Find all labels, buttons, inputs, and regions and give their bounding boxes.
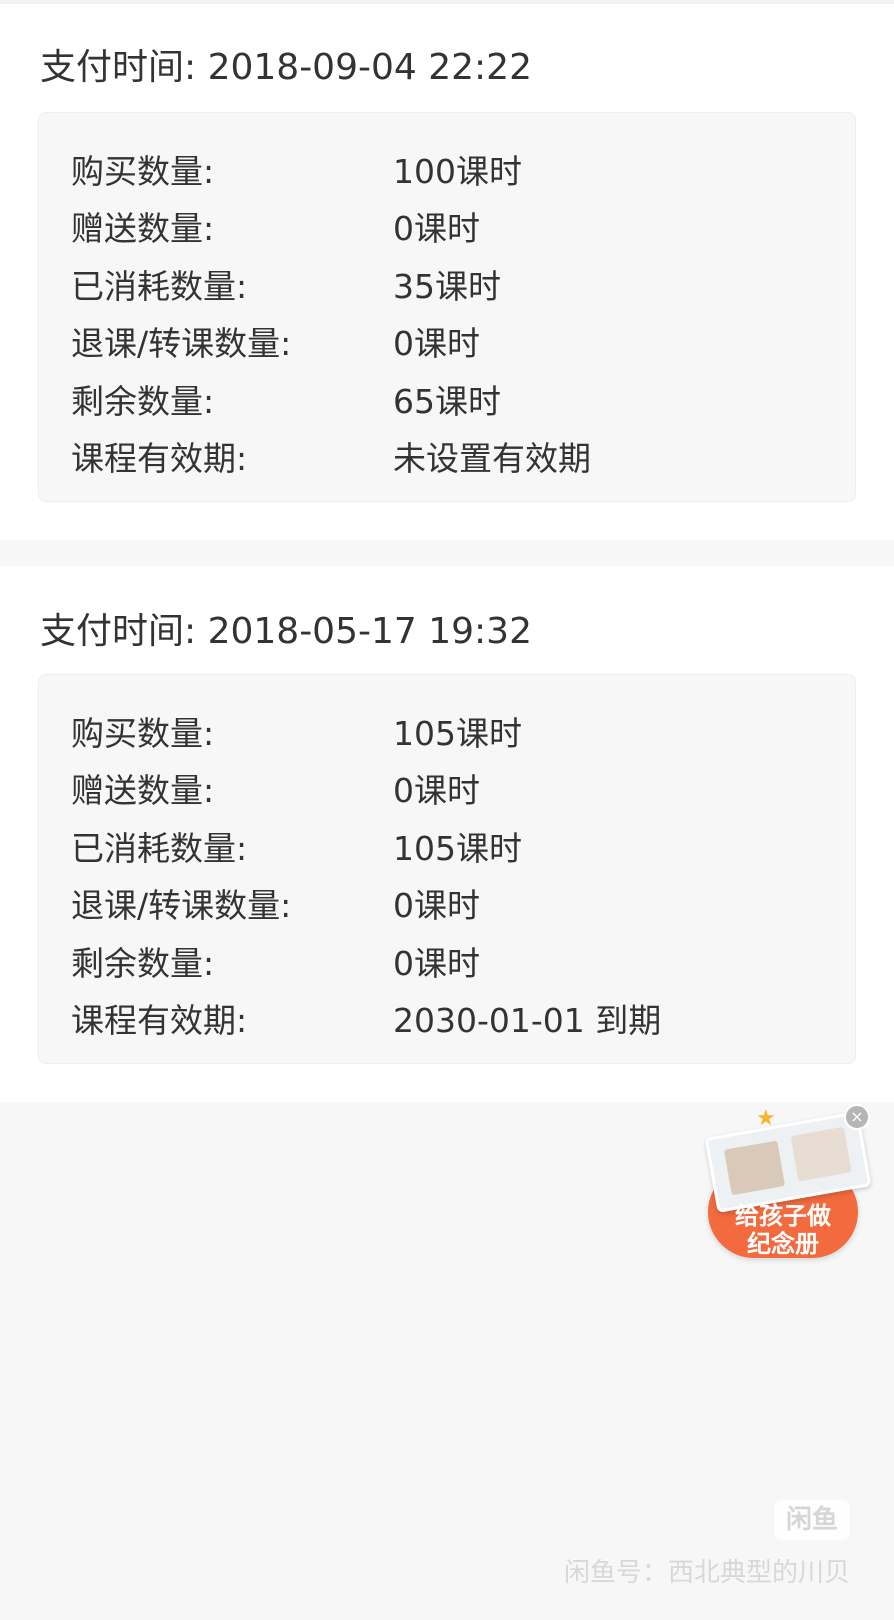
detail-value: 2030-01-01 到期 <box>393 1001 662 1041</box>
detail-label: 剩余数量: <box>71 381 215 421</box>
detail-value: 0课时 <box>393 209 480 249</box>
detail-value: 105课时 <box>393 713 522 753</box>
detail-value: 0课时 <box>393 886 480 926</box>
detail-row-remaining: 剩余数量: 0课时 <box>71 932 831 990</box>
detail-value: 35课时 <box>393 266 501 306</box>
details-list: 购买数量: 100课时 赠送数量: 0课时 已消耗数量: 35课时 退课/转课数… <box>71 140 831 485</box>
detail-row-purchased: 购买数量: 105课时 <box>71 702 831 760</box>
details-list: 购买数量: 105课时 赠送数量: 0课时 已消耗数量: 105课时 退课/转课… <box>71 702 831 1047</box>
payment-record: 支付时间: 2018-05-17 19:32 购买数量: 105课时 赠送数量:… <box>0 566 894 1102</box>
detail-label: 赠送数量: <box>71 771 215 811</box>
star-icon: ★ <box>756 1106 776 1131</box>
payment-time: 支付时间: 2018-09-04 22:22 <box>40 47 532 88</box>
detail-row-refund-transfer: 退课/转课数量: 0课时 <box>71 875 831 933</box>
detail-label: 已消耗数量: <box>71 828 248 868</box>
payment-time: 支付时间: 2018-05-17 19:32 <box>40 611 532 652</box>
detail-row-gifted: 赠送数量: 0课时 <box>71 198 831 256</box>
watermark-text: 闲鱼号：西北典型的川贝 <box>563 1558 850 1588</box>
detail-value: 65课时 <box>393 381 501 421</box>
close-icon[interactable]: × <box>844 1104 870 1130</box>
detail-value: 105课时 <box>393 828 522 868</box>
course-details-card: 购买数量: 100课时 赠送数量: 0课时 已消耗数量: 35课时 退课/转课数… <box>38 112 856 502</box>
detail-row-consumed: 已消耗数量: 35课时 <box>71 255 831 313</box>
detail-label: 剩余数量: <box>71 943 215 983</box>
detail-label: 退课/转课数量: <box>71 886 292 926</box>
detail-row-purchased: 购买数量: 100课时 <box>71 140 831 198</box>
detail-row-consumed: 已消耗数量: 105课时 <box>71 817 831 875</box>
detail-row-validity: 课程有效期: 2030-01-01 到期 <box>71 990 831 1048</box>
detail-label: 课程有效期: <box>71 439 248 479</box>
detail-row-gifted: 赠送数量: 0课时 <box>71 760 831 818</box>
watermark-logo: 闲鱼 <box>774 1500 850 1540</box>
floating-ad-widget[interactable]: ★ 给孩子做 纪念册 × <box>704 1104 876 1264</box>
detail-row-validity: 课程有效期: 未设置有效期 <box>71 428 831 486</box>
detail-row-refund-transfer: 退课/转课数量: 0课时 <box>71 313 831 371</box>
detail-value: 未设置有效期 <box>393 439 591 479</box>
course-details-card: 购买数量: 105课时 赠送数量: 0课时 已消耗数量: 105课时 退课/转课… <box>38 674 856 1064</box>
album-photo-left <box>723 1140 786 1196</box>
detail-value: 0课时 <box>393 771 480 811</box>
detail-label: 购买数量: <box>71 151 215 191</box>
detail-label: 退课/转课数量: <box>71 324 292 364</box>
album-photo-right <box>790 1126 852 1182</box>
detail-label: 购买数量: <box>71 713 215 753</box>
detail-row-remaining: 剩余数量: 65课时 <box>71 370 831 428</box>
detail-value: 100课时 <box>393 151 522 191</box>
detail-label: 课程有效期: <box>71 1001 248 1041</box>
detail-label: 已消耗数量: <box>71 266 248 306</box>
ad-text[interactable]: 给孩子做 纪念册 <box>708 1202 858 1258</box>
detail-label: 赠送数量: <box>71 209 215 249</box>
payment-record: 支付时间: 2018-09-04 22:22 购买数量: 100课时 赠送数量:… <box>0 4 894 540</box>
detail-value: 0课时 <box>393 324 480 364</box>
detail-value: 0课时 <box>393 943 480 983</box>
